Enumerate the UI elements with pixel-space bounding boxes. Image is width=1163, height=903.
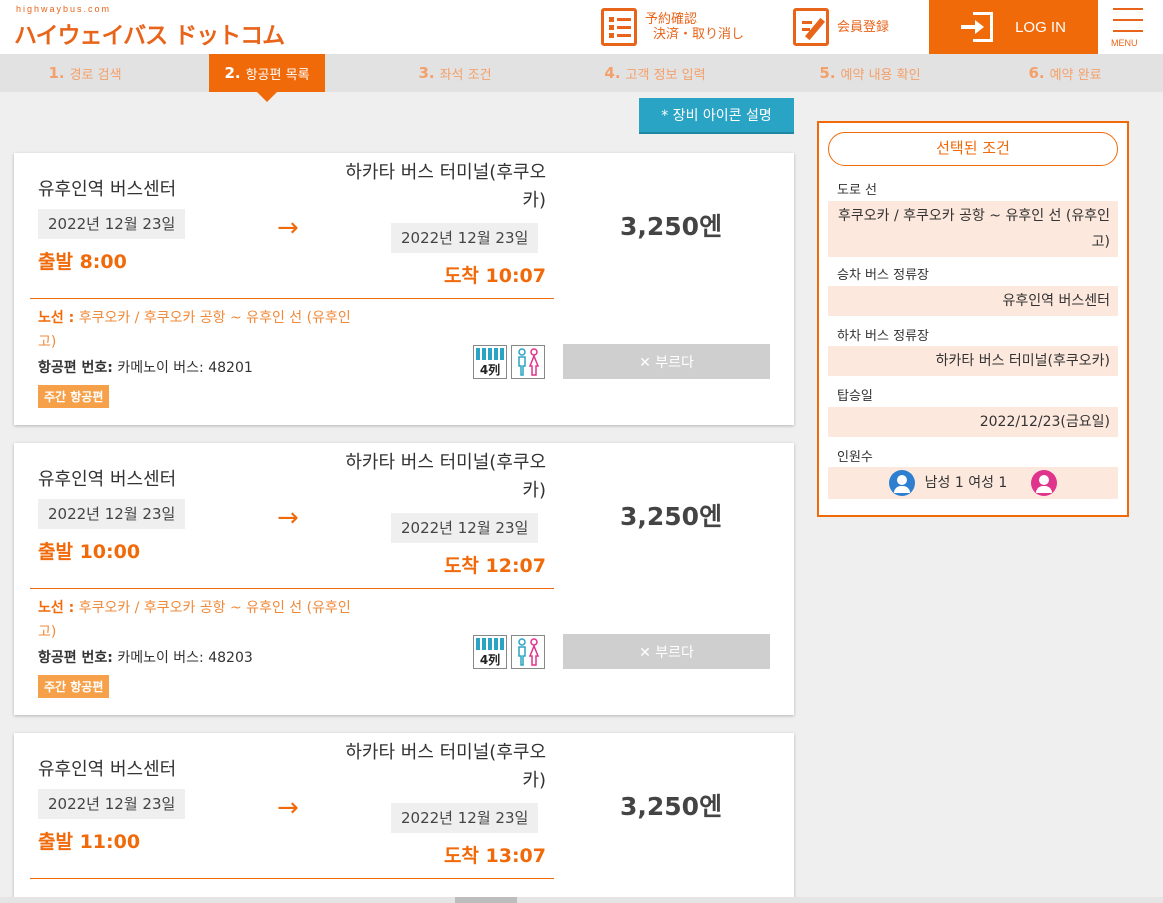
hamburger-icon bbox=[1113, 8, 1143, 10]
daytime-badge: 주간 항공편 bbox=[38, 675, 110, 698]
departure-date: 2022년 12월 23일 bbox=[38, 209, 186, 239]
member-register-label: 会員登録 bbox=[837, 19, 890, 35]
route-line-value: 후쿠오카 / 후쿠오카 공항 ~ 유후인 선 (유후인 고) bbox=[828, 201, 1118, 257]
arrival-stop: 하카타 버스 터미널(후쿠오카) bbox=[345, 452, 546, 501]
step-complete: 6. 예약 완료 bbox=[1028, 64, 1102, 83]
departure-date: 2022년 12월 23일 bbox=[38, 499, 186, 529]
step-route-search: 1. 경로 검색 bbox=[48, 64, 122, 83]
logo-domain: highwaybus.com bbox=[16, 4, 112, 14]
fare-price: 3,250엔 bbox=[620, 212, 723, 241]
departure-time: 출발 11:00 bbox=[38, 831, 141, 853]
four-row-seat-icon: 4列 bbox=[473, 635, 507, 669]
restroom-icon bbox=[511, 635, 545, 669]
step-flight-list: 2. 항공편 목록 bbox=[209, 54, 325, 102]
site-header: highwaybus.com ハイウェイバス ドットコム 予約確認 決済・取り消… bbox=[0, 0, 1163, 54]
departure-stop: 유후인역 버스센터 bbox=[38, 179, 177, 200]
departure-stop: 유후인역 버스센터 bbox=[38, 759, 177, 780]
flight-number: 항공편 번호: 카메노이 버스: 48203 bbox=[38, 647, 253, 667]
alighting-stop-value: 하카타 버스 터미널(후쿠오카) bbox=[828, 346, 1118, 376]
login-icon bbox=[961, 10, 995, 44]
departure-date: 2022년 12월 23일 bbox=[38, 789, 186, 819]
male-icon bbox=[888, 470, 915, 496]
list-icon bbox=[601, 8, 637, 46]
divider bbox=[30, 878, 554, 879]
departure-time: 출발 8:00 bbox=[38, 251, 127, 273]
equipment-icon-help-button[interactable]: * 장비 아이콘 설명 bbox=[639, 98, 794, 134]
fare-price: 3,250엔 bbox=[620, 792, 723, 821]
selected-conditions-panel: 선택된 조건 도로 선 후쿠오카 / 후쿠오카 공항 ~ 유후인 선 (유후인 … bbox=[817, 121, 1129, 517]
departure-stop: 유후인역 버스센터 bbox=[38, 469, 177, 490]
menu-button[interactable]: MENU bbox=[1098, 0, 1163, 54]
login-button[interactable]: LOG IN bbox=[929, 0, 1098, 54]
flight-number-value: 카메노이 버스: 48203 bbox=[117, 650, 253, 666]
boarding-date-value: 2022/12/23(금요일) bbox=[828, 407, 1118, 437]
site-logo[interactable]: ハイウェイバス ドットコム bbox=[14, 16, 285, 50]
departure-time: 출발 10:00 bbox=[38, 541, 141, 563]
route-label: 노선 : bbox=[38, 600, 75, 616]
route-info: 노선 : 후쿠오카 / 후쿠오카 공항 ~ 유후인 선 (유후인 고) bbox=[38, 596, 368, 644]
boarding-stop-value: 유후인역 버스센터 bbox=[828, 286, 1118, 316]
route-name: 후쿠오카 / 후쿠오카 공항 ~ 유후인 선 (유후인 고) bbox=[38, 600, 351, 640]
arrow-right-icon: → bbox=[277, 503, 299, 533]
passenger-count-label: 인원수 bbox=[837, 450, 873, 465]
step-seat-conditions: 3. 좌석 조건 bbox=[418, 64, 492, 83]
member-register-link[interactable]: 会員登録 bbox=[793, 0, 889, 54]
divider bbox=[30, 588, 554, 589]
route-info: 노선 : 후쿠오카 / 후쿠오카 공항 ~ 유후인 선 (유후인 고) bbox=[38, 306, 368, 354]
arrival-time: 도착 10:07 bbox=[443, 265, 546, 287]
payment-cancel-label: 決済・取り消し bbox=[653, 27, 745, 42]
arrival-date: 2022년 12월 23일 bbox=[391, 803, 539, 833]
horizontal-scrollbar[interactable] bbox=[0, 897, 1163, 903]
progress-steps: 1. 경로 검색 2. 항공편 목록 3. 좌석 조건 4. 고객 정보 입력 5. 예약… bbox=[0, 54, 1163, 102]
result-card: 유후인역 버스센터 2022년 12월 23일 출발 10:00 → 하카타 버… bbox=[14, 443, 794, 715]
result-card: 유후인역 버스센터 2022년 12월 23일 출발 11:00 → 하카타 버… bbox=[14, 733, 794, 903]
four-row-seat-icon: 4列 bbox=[473, 345, 507, 379]
arrival-date: 2022년 12월 23일 bbox=[391, 513, 539, 543]
arrival-stop: 하카타 버스 터미널(후쿠오카) bbox=[345, 162, 546, 211]
boarding-stop-label: 승차 버스 정류장 bbox=[837, 268, 929, 283]
divider bbox=[30, 298, 554, 299]
arrival-date: 2022년 12월 23일 bbox=[391, 223, 539, 253]
call-button[interactable]: ✕ 부르다 bbox=[563, 634, 770, 669]
panel-title: 선택된 조건 bbox=[828, 132, 1118, 166]
reservation-check-link[interactable]: 予約確認 決済・取り消し bbox=[601, 0, 744, 54]
passenger-count-text: 남성 1 여성 1 bbox=[924, 475, 1008, 491]
login-label: LOG IN bbox=[1015, 18, 1066, 36]
reservation-check-label: 予約確認 bbox=[645, 12, 698, 27]
arrival-time: 도착 13:07 bbox=[443, 845, 546, 867]
restroom-icon bbox=[511, 345, 545, 379]
female-icon bbox=[1031, 470, 1058, 496]
arrival-time: 도착 12:07 bbox=[443, 555, 546, 577]
route-line-label: 도로 선 bbox=[837, 183, 878, 198]
arrow-right-icon: → bbox=[277, 213, 299, 243]
fare-price: 3,250엔 bbox=[620, 502, 723, 531]
route-label: 노선 : bbox=[38, 310, 75, 326]
flight-number-label: 항공편 번호: bbox=[38, 650, 113, 666]
daytime-badge: 주간 항공편 bbox=[38, 385, 110, 408]
alighting-stop-label: 하차 버스 정류장 bbox=[837, 329, 929, 344]
arrival-stop: 하카타 버스 터미널(후쿠오카) bbox=[345, 742, 546, 791]
result-card: 유후인역 버스센터 2022년 12월 23일 출발 8:00 → 하카타 버스… bbox=[14, 153, 794, 425]
menu-label: MENU bbox=[1111, 38, 1138, 48]
arrow-right-icon: → bbox=[277, 793, 299, 823]
passenger-count-value: 남성 1 여성 1 bbox=[828, 467, 1118, 499]
route-name: 후쿠오카 / 후쿠오카 공항 ~ 유후인 선 (유후인 고) bbox=[38, 310, 351, 350]
edit-document-icon bbox=[793, 8, 829, 46]
step-customer-info: 4. 고객 정보 입력 bbox=[604, 64, 706, 83]
boarding-date-label: 탑승일 bbox=[837, 389, 873, 404]
step-confirm: 5. 예약 내용 확인 bbox=[819, 64, 921, 83]
flight-number: 항공편 번호: 카메노이 버스: 48201 bbox=[38, 357, 253, 377]
flight-number-label: 항공편 번호: bbox=[38, 360, 113, 376]
scrollbar-thumb[interactable] bbox=[455, 897, 517, 903]
flight-number-value: 카메노이 버스: 48201 bbox=[117, 360, 253, 376]
call-button[interactable]: ✕ 부르다 bbox=[563, 344, 770, 379]
